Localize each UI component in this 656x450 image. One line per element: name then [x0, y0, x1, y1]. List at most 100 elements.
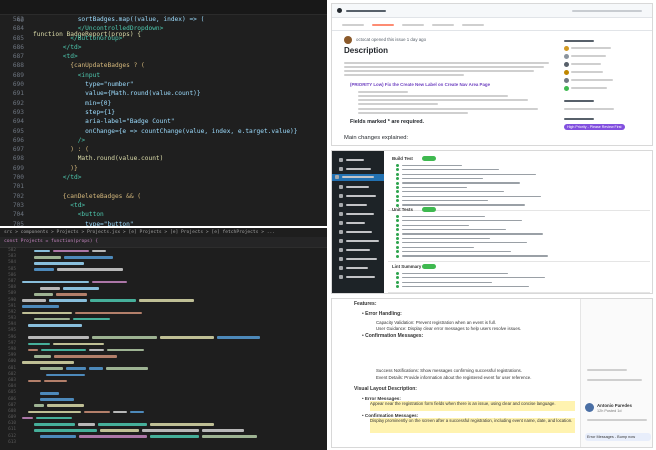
sidebar-item[interactable]	[336, 184, 380, 189]
reviewer-name[interactable]	[571, 87, 607, 89]
code-line: </ButtonGroup>	[33, 34, 123, 42]
sidebar-item[interactable]	[336, 193, 380, 198]
chat-message[interactable]: Error Messages - Bump now	[585, 433, 651, 441]
issue-author-line: octocat opened this issue 1 day ago	[356, 37, 427, 42]
avatar[interactable]	[564, 62, 569, 67]
avatar[interactable]	[564, 86, 569, 91]
menu-label	[346, 249, 370, 251]
header-actions[interactable]	[572, 10, 642, 12]
code-line: min={0}	[33, 99, 112, 107]
check-row[interactable]	[402, 251, 511, 253]
avatar[interactable]	[564, 46, 569, 51]
code-line: {canDeleteBadges && (	[33, 192, 142, 200]
reviewer-name[interactable]	[571, 71, 603, 73]
code-editor-top[interactable]: 40 function BadgeReport(props) { 562 sor…	[0, 0, 327, 226]
sidebar-title	[564, 100, 594, 102]
code-token	[34, 255, 61, 259]
code-line: sortBadges.map((value, index) => (	[33, 16, 205, 23]
code-token	[34, 429, 97, 432]
sidebar-title	[564, 40, 594, 42]
repo-tabs	[332, 19, 652, 31]
avatar[interactable]	[564, 78, 569, 83]
check-pass-icon	[396, 181, 399, 185]
code-row: 699 )}	[0, 164, 327, 173]
check-row[interactable]	[402, 215, 485, 218]
check-row[interactable]	[402, 242, 527, 244]
text-line	[344, 66, 544, 68]
check-row[interactable]	[402, 229, 506, 231]
breadcrumb[interactable]: src > components > Projects > Projects.j…	[0, 228, 327, 237]
check-row[interactable]	[402, 173, 536, 175]
check-row[interactable]	[402, 281, 492, 283]
sidebar-item[interactable]	[336, 220, 380, 225]
reviewer-name[interactable]	[571, 79, 613, 81]
code-token	[202, 429, 244, 432]
check-row[interactable]	[402, 286, 529, 288]
check-row[interactable]	[402, 186, 467, 189]
reviewer-name[interactable]	[571, 47, 611, 49]
avatar[interactable]	[564, 70, 569, 75]
sidebar-item[interactable]	[336, 238, 380, 243]
code-token	[28, 379, 41, 383]
reviewer-name[interactable]	[571, 55, 606, 57]
tab-issues[interactable]	[372, 24, 394, 26]
check-row[interactable]	[402, 191, 504, 193]
tab-actions[interactable]	[432, 24, 454, 26]
check-row[interactable]	[402, 224, 469, 226]
code-token	[22, 280, 89, 284]
sidebar-item[interactable]	[336, 211, 380, 216]
check-row[interactable]	[402, 272, 508, 275]
check-row[interactable]	[402, 255, 548, 257]
sidebar-item[interactable]	[336, 157, 380, 162]
tab-insights[interactable]	[462, 24, 484, 26]
check-pass-icon	[396, 199, 399, 203]
check-row[interactable]	[402, 204, 525, 206]
check-row[interactable]	[402, 195, 541, 197]
avatar[interactable]	[344, 36, 352, 44]
check-row[interactable]	[402, 277, 545, 279]
check-row[interactable]	[402, 233, 543, 235]
repo-name[interactable]	[346, 10, 386, 12]
label-badge[interactable]: High Priority - Please Review First	[564, 124, 625, 130]
sidebar-item[interactable]	[336, 274, 380, 279]
check-row[interactable]	[402, 246, 474, 248]
sidebar-item[interactable]	[336, 247, 380, 252]
tab-pull-requests[interactable]	[402, 24, 424, 26]
code-token	[107, 348, 144, 352]
code-row: 688 {canUpdateBadges ? (	[0, 61, 327, 70]
check-row[interactable]	[402, 182, 520, 184]
sidebar-item[interactable]	[336, 202, 380, 207]
sidebar-item[interactable]	[332, 174, 384, 181]
line-number: 689	[12, 71, 24, 79]
sidebar-item[interactable]	[336, 256, 380, 261]
github-issue-panel[interactable]: octocat opened this issue 1 day ago Desc…	[331, 3, 653, 146]
sidebar-item[interactable]	[336, 229, 380, 234]
check-row[interactable]	[402, 169, 499, 171]
code-token	[106, 367, 148, 370]
code-token	[150, 435, 199, 439]
tab-code[interactable]	[342, 24, 364, 26]
reviewer-name[interactable]	[571, 63, 601, 65]
code-editor-bottom[interactable]: src > components > Projects > Projects.j…	[0, 228, 327, 450]
text-line	[358, 91, 408, 93]
check-row[interactable]	[402, 220, 522, 222]
event-details: Event Details: Provide information about…	[376, 375, 532, 380]
check-row[interactable]	[402, 200, 488, 202]
text-line	[358, 108, 538, 110]
avatar[interactable]	[585, 403, 594, 412]
check-row[interactable]	[402, 237, 490, 240]
avatar[interactable]	[564, 54, 569, 59]
check-row[interactable]	[402, 178, 483, 180]
document-panel[interactable]: Features: • Error Handling: Capacity Val…	[331, 298, 653, 448]
checks-panel[interactable]: Build Test Unit Tests Lint Summary	[331, 150, 653, 294]
sidebar-item[interactable]	[336, 166, 380, 171]
line-number: 695	[12, 127, 24, 135]
github-logo-icon[interactable]	[337, 8, 342, 13]
code-row: 685 </ButtonGroup>	[0, 34, 327, 43]
sidebar-item[interactable]	[336, 265, 380, 270]
code-row: 700 </td>	[0, 173, 327, 182]
check-row[interactable]	[402, 164, 462, 167]
chat-time: 12h Posted 1d	[597, 409, 622, 413]
sidebar-value	[564, 108, 614, 110]
code-token	[89, 367, 103, 370]
